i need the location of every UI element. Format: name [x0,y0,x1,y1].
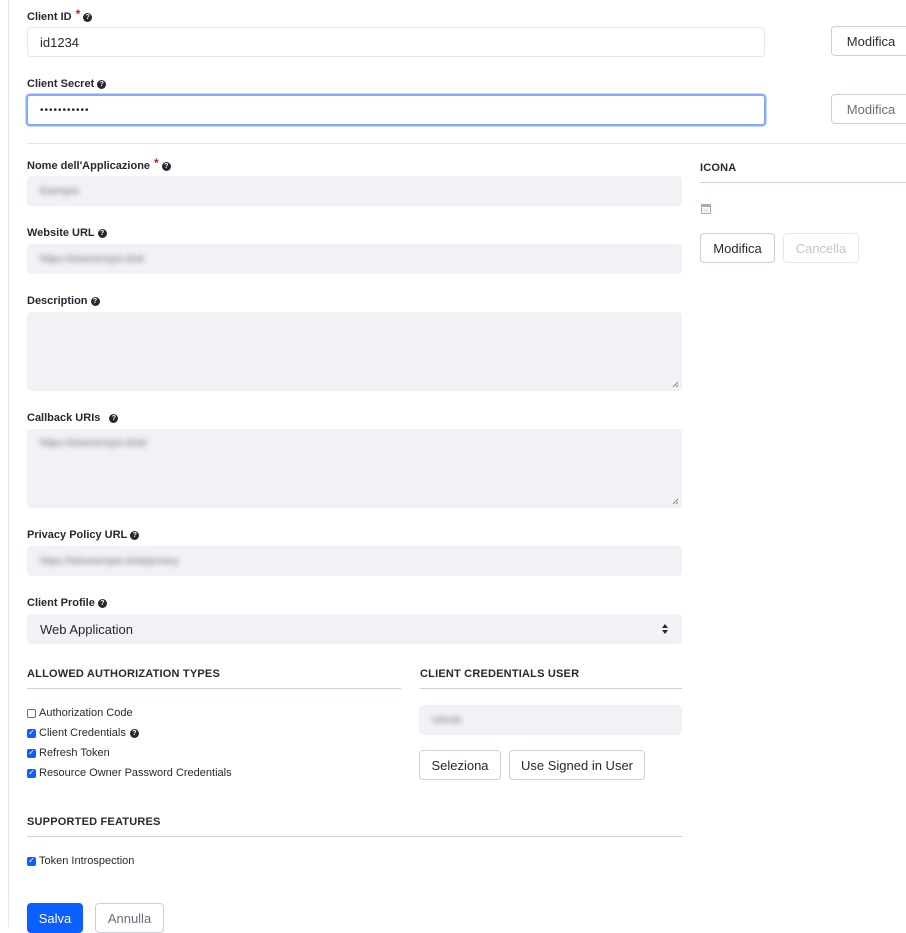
client-secret-edit-button[interactable]: Modifica [831,94,906,124]
privacy-url-input[interactable]: https://sitoesempio.it/ok/privacy [27,546,682,576]
help-icon[interactable]: ? [109,413,119,423]
description-label: Description ? [27,295,100,307]
app-name-input[interactable]: Esempio [27,176,682,206]
privacy-url-label: Privacy Policy URL ? [27,529,140,541]
description-textarea[interactable] [27,312,682,391]
auth-type-authorization-code[interactable]: Authorization Code [27,707,133,719]
client-profile-select[interactable]: Web Application [27,614,682,644]
required-mark: * [75,7,81,21]
use-signed-in-user-button[interactable]: Use Signed in User [509,750,645,780]
credentials-user-title: CLIENT CREDENTIALS USER [420,668,682,689]
website-url-label: Website URL ? [27,227,107,239]
help-icon[interactable]: ? [161,161,171,171]
help-icon[interactable]: ? [129,728,139,738]
select-caret-icon [662,624,668,634]
cancel-button[interactable]: Annulla [95,903,164,933]
callback-uris-textarea[interactable]: https://sitoesempio.it/ok/ [27,429,682,508]
auth-type-resource-owner-password[interactable]: ✓ Resource Owner Password Credentials [27,767,232,779]
client-id-input[interactable]: id1234 [27,27,765,57]
icon-edit-button[interactable]: Modifica [700,233,775,263]
icon-panel-title: ICONA [700,162,906,183]
client-profile-label: Client Profile ? [27,597,107,609]
checkbox-checked-icon[interactable]: ✓ [27,768,36,778]
checkbox-checked-icon[interactable]: ✓ [27,728,36,738]
checkbox-checked-icon[interactable]: ✓ [27,748,36,758]
resize-grip-icon[interactable] [672,498,679,505]
image-placeholder-icon [701,204,711,214]
app-name-label: Nome dell'Applicazione * ? [27,156,171,173]
left-border [8,0,9,927]
checkbox-checked-icon[interactable]: ✓ [27,856,36,866]
features-title: SUPPORTED FEATURES [27,816,682,837]
client-secret-label: Client Secret ? [27,78,107,90]
feature-token-introspection[interactable]: ✓ Token Introspection [27,855,134,867]
icon-cancel-button[interactable]: Cancella [783,233,859,263]
help-icon[interactable]: ? [90,296,100,306]
auth-type-refresh-token[interactable]: ✓ Refresh Token [27,747,110,759]
website-url-input[interactable]: https://sitoesempio.it/ok [27,244,682,274]
resize-grip-icon[interactable] [672,381,679,388]
checkbox-unchecked-icon[interactable] [27,708,36,718]
client-id-edit-button[interactable]: Modifica [831,26,906,56]
callback-uris-label: Callback URIs ? [27,412,119,424]
credentials-user-input[interactable]: Utente [419,705,682,735]
auth-type-client-credentials[interactable]: ✓ Client Credentials ? [27,727,139,739]
divider [27,143,906,144]
save-button[interactable]: Salva [27,903,83,933]
select-user-button[interactable]: Seleziona [419,750,501,780]
help-icon[interactable]: ? [83,12,93,22]
auth-types-title: ALLOWED AUTHORIZATION TYPES [27,668,401,689]
required-mark: * [154,156,159,170]
client-secret-input[interactable]: ••••••••••• [26,94,766,126]
client-id-label: Client ID * ? [27,7,93,24]
help-icon[interactable]: ? [130,530,140,540]
help-icon[interactable]: ? [97,228,107,238]
help-icon[interactable]: ? [97,79,107,89]
help-icon[interactable]: ? [97,598,107,608]
